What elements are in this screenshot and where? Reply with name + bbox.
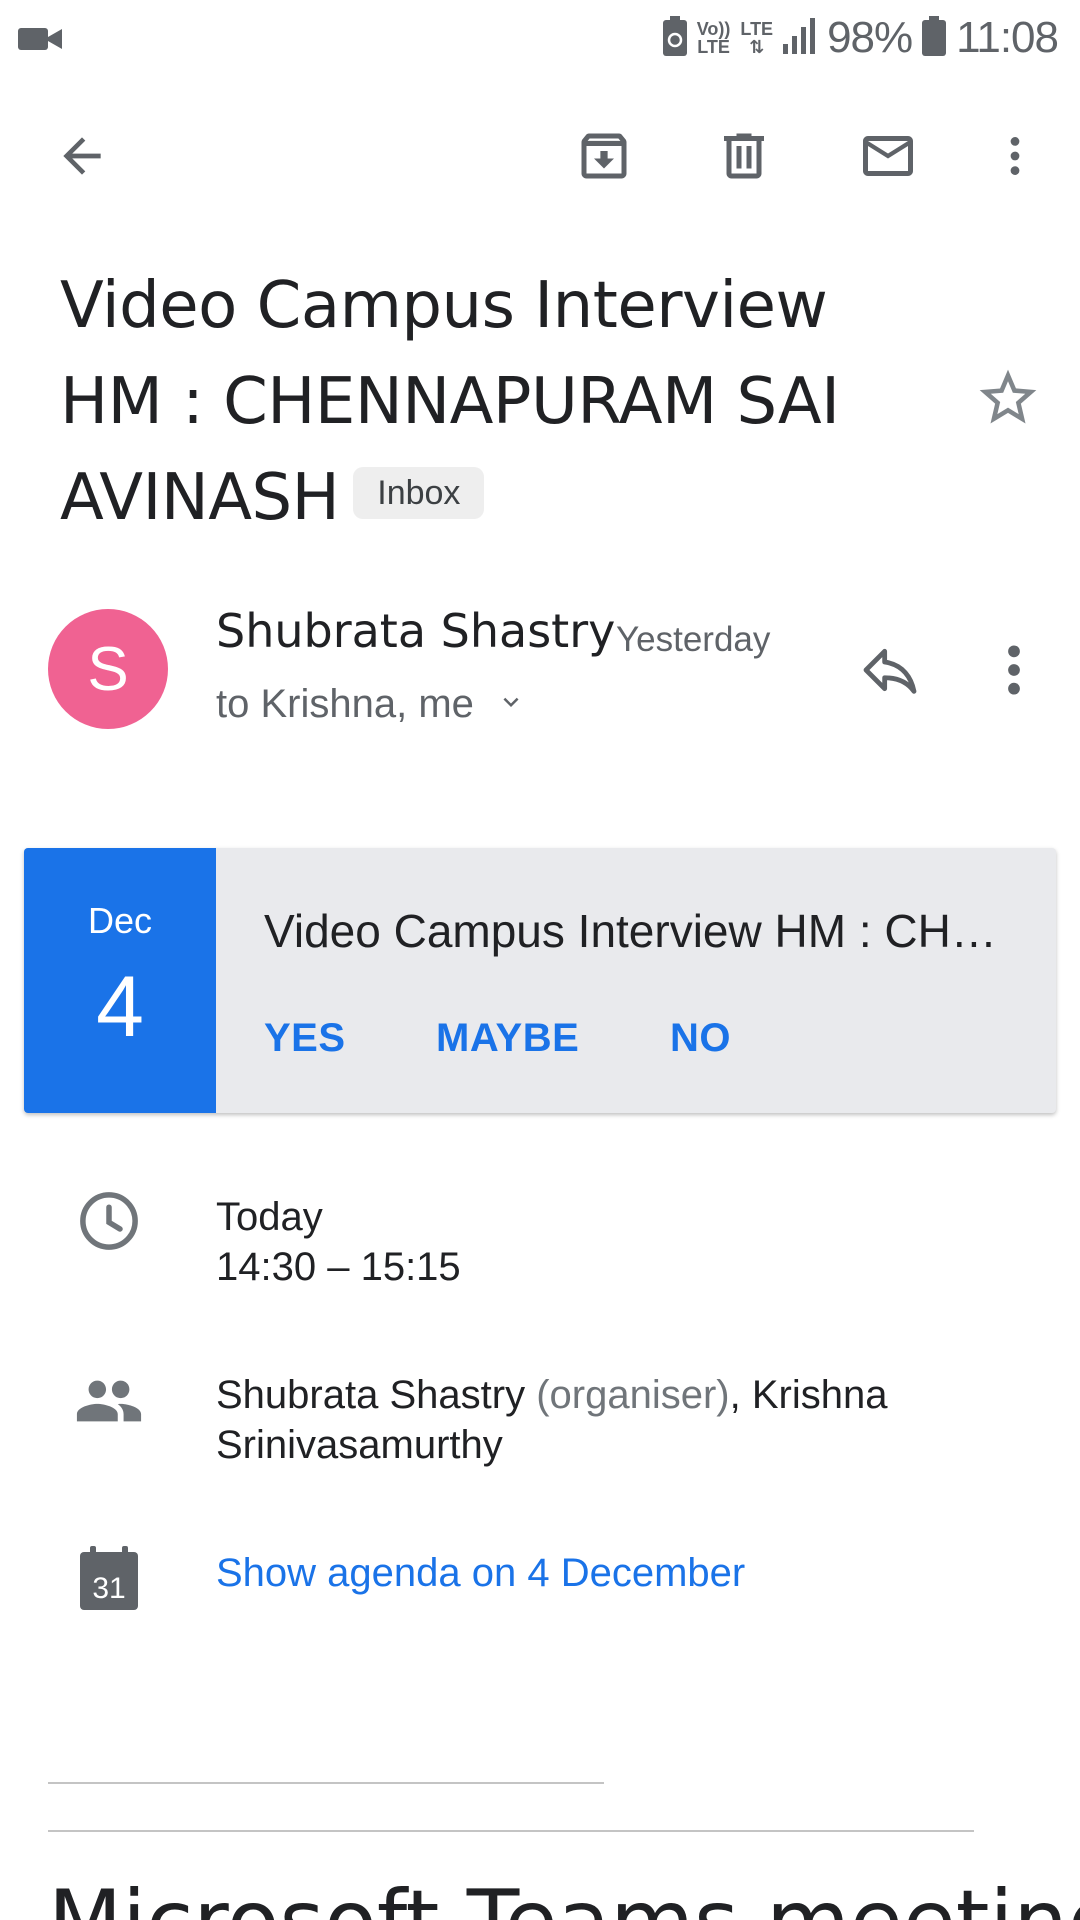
body-heading: Microsoft Teams meeting [48, 1872, 1080, 1920]
status-bar: Vo)) LTE LTE ⇅ 98% 11:08 [0, 0, 1080, 76]
email-subject: Video Campus Interview HM : CHENNAPURAM … [60, 258, 920, 546]
divider [48, 1782, 604, 1784]
archive-icon[interactable] [574, 126, 634, 186]
sender-name: Shubrata Shastry [216, 604, 616, 658]
event-title[interactable]: Video Campus Interview HM : CH… [264, 904, 1024, 958]
star-icon[interactable] [974, 364, 1042, 432]
battery-saver-icon [662, 15, 687, 61]
divider [48, 1830, 974, 1832]
reply-icon[interactable] [858, 638, 922, 702]
event-time-range: 14:30 – 15:15 [216, 1245, 461, 1289]
clock-icon [74, 1186, 144, 1256]
inbox-label-chip[interactable]: Inbox [353, 467, 485, 520]
avatar[interactable]: S [48, 609, 168, 729]
battery-percent: 98% [827, 13, 913, 62]
subject-line: AVINASH [60, 461, 340, 535]
recipients-text: to Krishna, me [216, 682, 474, 726]
event-date-block: Dec 4 [24, 848, 216, 1113]
event-attendees: Shubrata Shastry (organiser), Krishna Sr… [216, 1370, 1036, 1470]
sent-date: Yesterday [616, 620, 771, 659]
rsvp-maybe-button[interactable]: MAYBE [436, 1016, 579, 1061]
event-time: Today 14:30 – 15:15 [216, 1192, 461, 1292]
people-icon [74, 1366, 144, 1436]
recipients-toggle[interactable]: to Krishna, me [216, 682, 526, 727]
show-agenda-link[interactable]: Show agenda on 4 December [216, 1548, 745, 1598]
chevron-down-icon [496, 682, 526, 727]
battery-icon [922, 15, 947, 61]
rsvp-yes-button[interactable]: YES [264, 1016, 346, 1061]
volte-icon: Vo)) LTE [696, 19, 731, 57]
subject-line: Video Campus Interview [60, 269, 828, 343]
delete-icon[interactable] [714, 126, 774, 186]
status-icons: Vo)) LTE LTE ⇅ 98% 11:08 [662, 10, 1059, 66]
back-arrow-icon[interactable] [52, 126, 112, 186]
message-more-vert-icon[interactable] [994, 638, 1034, 702]
signal-icon [783, 17, 817, 59]
calendar-invite-card: Dec 4 Video Campus Interview HM : CH… YE… [24, 848, 1056, 1113]
organiser-name: Shubrata Shastry [216, 1373, 526, 1417]
event-month: Dec [87, 900, 153, 941]
event-day: 4 [96, 959, 144, 1055]
more-vert-icon[interactable] [990, 126, 1040, 186]
clock-time: 11:08 [956, 13, 1059, 62]
mark-unread-icon[interactable] [858, 126, 918, 186]
event-day-text: Today [216, 1195, 323, 1239]
calendar-icon: 31 [74, 1544, 144, 1614]
lte-data-icon: LTE ⇅ [740, 19, 774, 57]
rsvp-no-button[interactable]: NO [670, 1016, 731, 1061]
organiser-tag: (organiser) [536, 1373, 730, 1417]
attendee-name: , Krishna [729, 1373, 888, 1417]
video-icon [18, 26, 62, 57]
attendee-name-continued: Srinivasamurthy [216, 1423, 503, 1467]
calendar-icon-day: 31 [92, 1572, 125, 1605]
subject-line: HM : CHENNAPURAM SAI [60, 365, 840, 439]
